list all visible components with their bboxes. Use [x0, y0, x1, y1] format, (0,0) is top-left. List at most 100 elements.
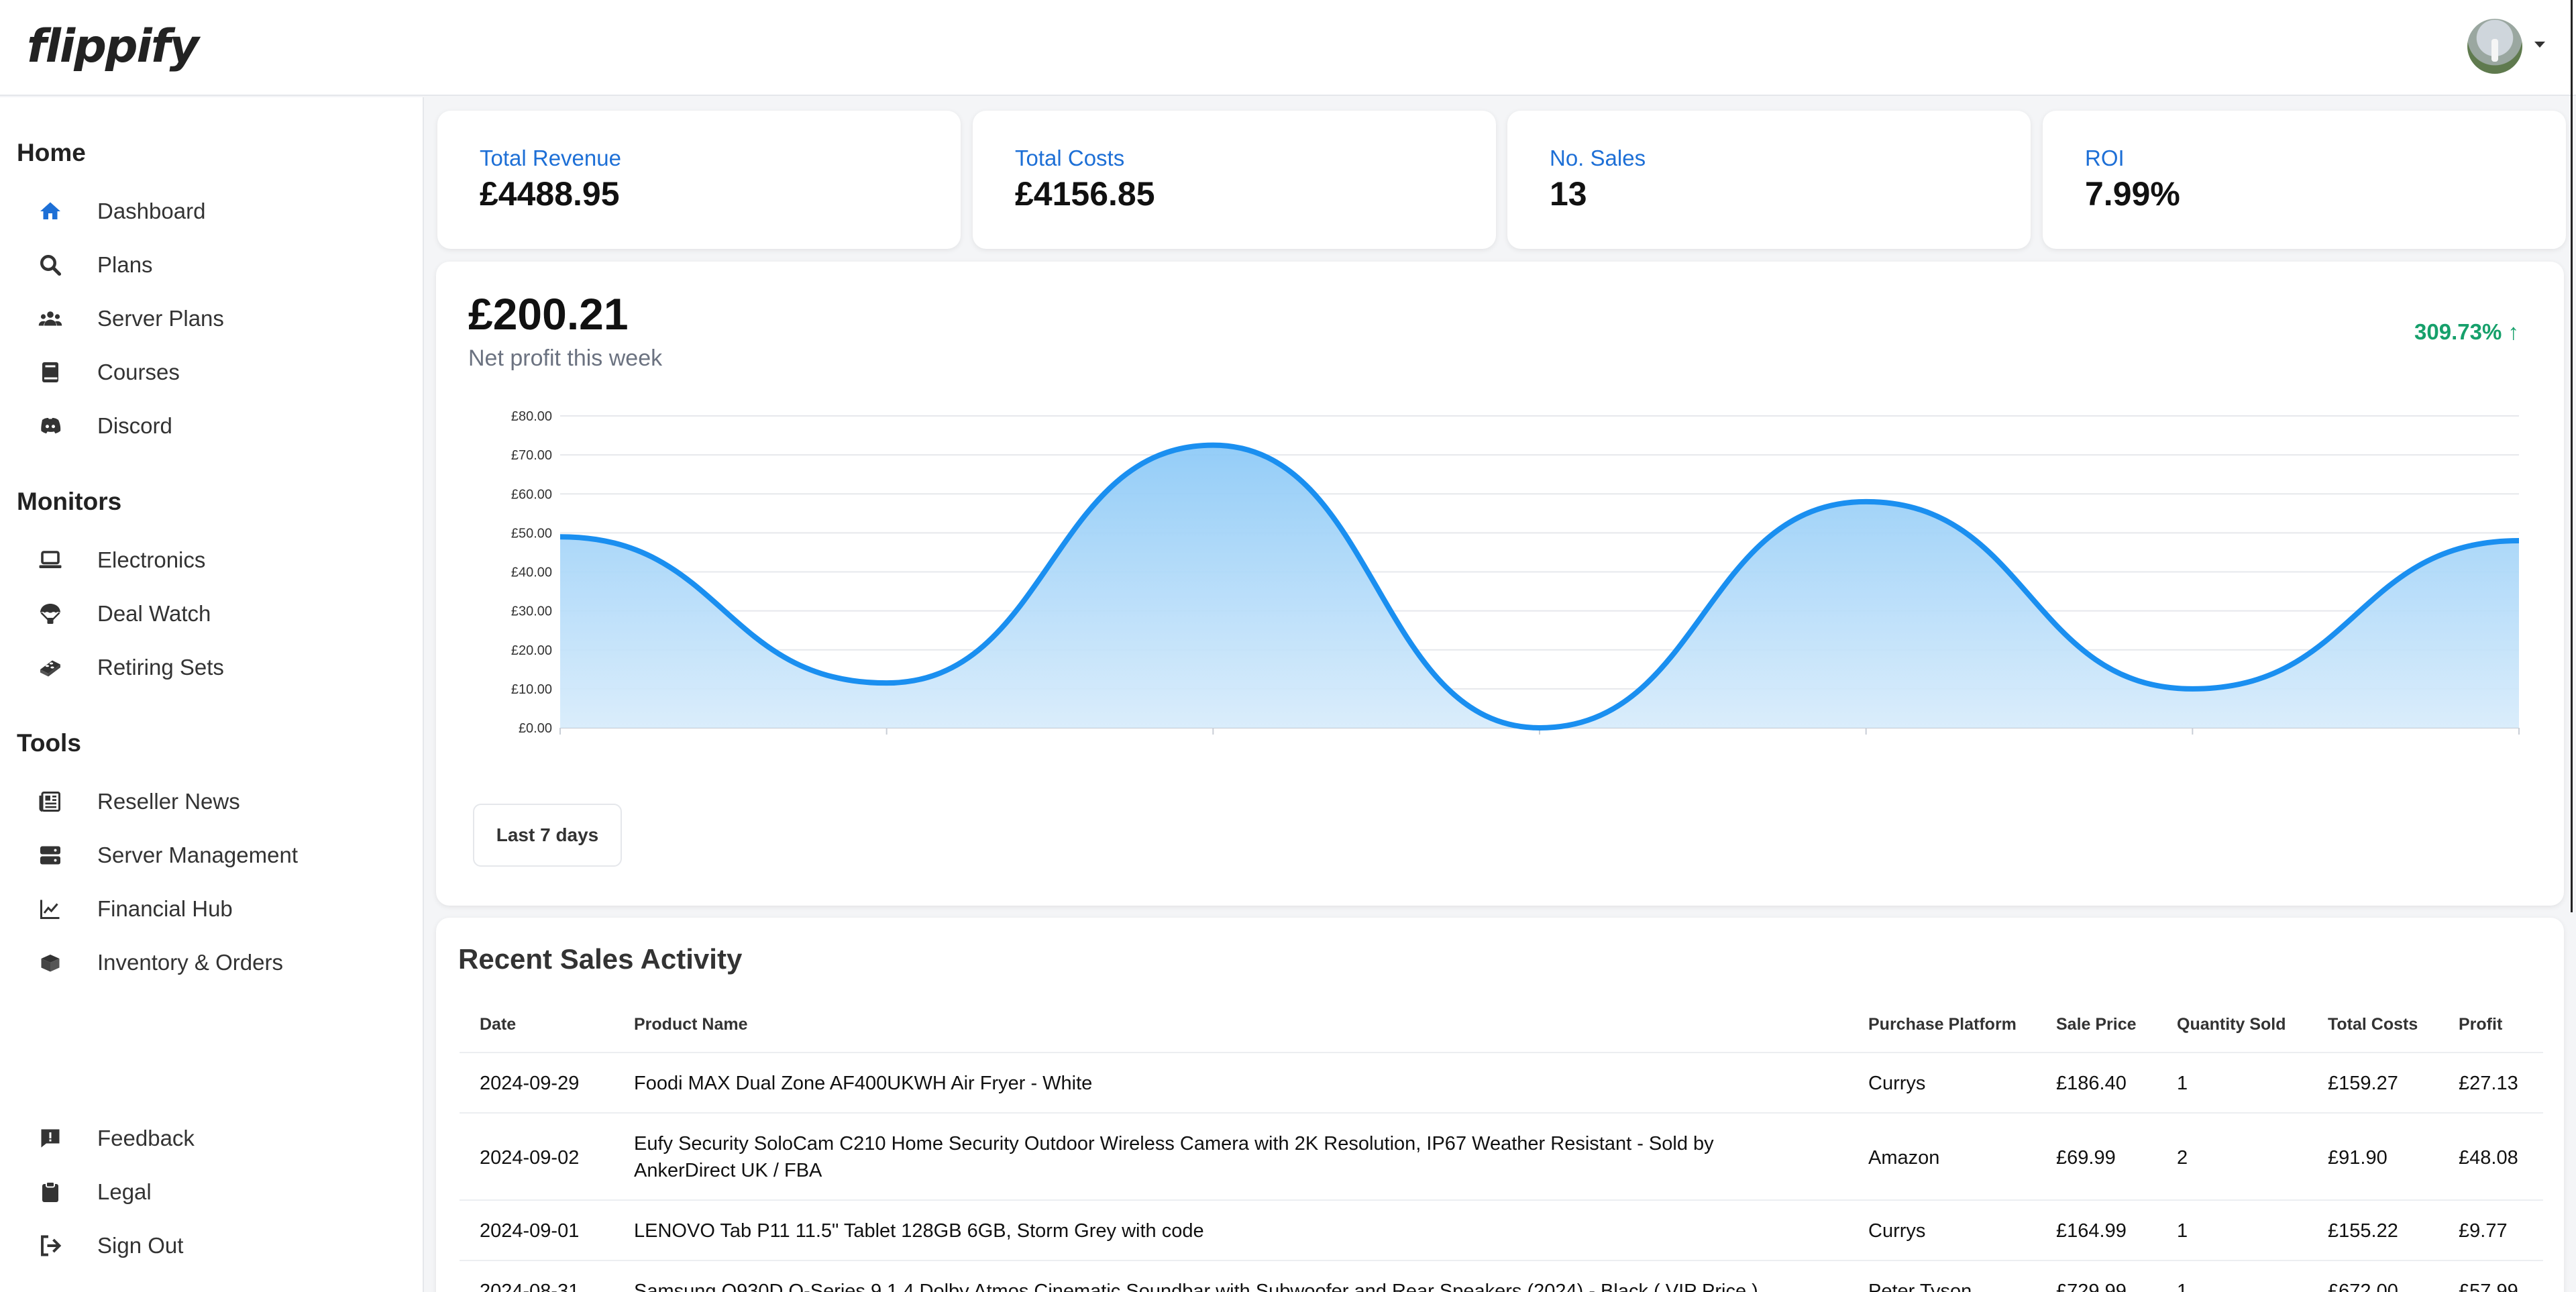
- cell-total-costs: £159.27: [2328, 1073, 2398, 1094]
- cell-platform: Amazon: [1868, 1147, 1940, 1169]
- cell-quantity: 1: [2177, 1220, 2188, 1242]
- table-row[interactable]: 2024-08-31 Samsung Q930D Q-Series 9.1.4 …: [460, 1260, 2543, 1292]
- sidebar-item-label: Server Plans: [97, 306, 224, 331]
- sidebar-item-reseller-news[interactable]: Reseller News: [34, 780, 409, 823]
- y-tick-label: £80.00: [511, 409, 552, 424]
- brick-icon: [34, 651, 67, 684]
- sidebar-item-discord[interactable]: Discord: [34, 405, 409, 447]
- y-tick-label: £40.00: [511, 566, 552, 580]
- y-tick-label: £20.00: [511, 643, 552, 658]
- date-range-button[interactable]: Last 7 days: [473, 804, 622, 867]
- sidebar-item-label: Courses: [97, 360, 180, 384]
- cell-product-name: LENOVO Tab P11 11.5" Tablet 128GB 6GB, S…: [634, 1220, 1204, 1242]
- stat-card-total-costs: Total Costs £4156.85: [973, 111, 1496, 249]
- cell-date: 2024-09-01: [480, 1220, 580, 1242]
- sidebar-item-label: Electronics: [97, 547, 206, 572]
- stat-value: £4488.95: [480, 175, 620, 213]
- sidebar-item-label: Deal Watch: [97, 601, 211, 626]
- sidebar-item-feedback[interactable]: Feedback: [34, 1117, 409, 1160]
- sidebar-item-electronics[interactable]: Electronics: [34, 539, 409, 582]
- cell-sale-price: £69.99: [2056, 1147, 2116, 1169]
- sidebar-item-legal[interactable]: Legal: [34, 1171, 409, 1214]
- recent-sales-title: Recent Sales Activity: [458, 943, 743, 975]
- table-row[interactable]: 2024-09-29 Foodi MAX Dual Zone AF400UKWH…: [460, 1052, 2543, 1112]
- cell-date: 2024-09-29: [480, 1073, 580, 1094]
- cell-quantity: 2: [2177, 1147, 2188, 1169]
- sidebar-item-label: Feedback: [97, 1126, 195, 1150]
- stat-value: £4156.85: [1015, 175, 1155, 213]
- stat-value: 13: [1550, 175, 1587, 213]
- stat-card-roi: ROI 7.99%: [2043, 111, 2566, 249]
- sidebar-item-financial-hub[interactable]: Financial Hub: [34, 887, 409, 930]
- column-header-profit[interactable]: Profit: [2459, 1015, 2502, 1034]
- chart-line-icon: [34, 892, 67, 926]
- cell-quantity: 1: [2177, 1073, 2188, 1094]
- column-header-sale-price[interactable]: Sale Price: [2056, 1015, 2137, 1034]
- laptop-icon: [34, 543, 67, 577]
- cell-sale-price: £729.99: [2056, 1281, 2127, 1292]
- cell-product-name: Eufy Security SoloCam C210 Home Security…: [634, 1133, 1714, 1181]
- sidebar-item-label: Inventory & Orders: [97, 950, 283, 975]
- sidebar-section-home: Home: [17, 139, 86, 166]
- cell-total-costs: £91.90: [2328, 1147, 2387, 1169]
- sidebar-item-dashboard[interactable]: Dashboard: [34, 190, 409, 233]
- y-tick-label: £50.00: [511, 526, 552, 541]
- table-row[interactable]: 2024-09-02 Eufy Security SoloCam C210 Ho…: [460, 1112, 2543, 1199]
- cell-profit: £57.99: [2459, 1281, 2518, 1292]
- column-header-date[interactable]: Date: [480, 1015, 516, 1034]
- stat-label: ROI: [2085, 146, 2125, 170]
- sidebar-item-retiring-sets[interactable]: Retiring Sets: [34, 646, 409, 689]
- sidebar-item-server-management[interactable]: Server Management: [34, 834, 409, 877]
- cell-profit: £9.77: [2459, 1220, 2508, 1242]
- cell-platform: Peter Tyson: [1868, 1281, 1972, 1292]
- app-logo[interactable]: flippify: [27, 20, 199, 73]
- profit-area-chart: £0.00 £10.00 £20.00 £30.00 £40.00 £50.00 £60.0…: [511, 409, 2520, 736]
- profit-chart-card: £200.21 Net profit this week 309.73% ↑ £…: [436, 262, 2564, 906]
- sidebar: Home Dashboard Plans Server Plans Course…: [0, 97, 424, 1292]
- sidebar-item-label: Retiring Sets: [97, 655, 224, 680]
- top-bar: flippify: [0, 0, 2576, 96]
- column-header-product-name[interactable]: Product Name: [634, 1015, 747, 1034]
- feedback-icon: [34, 1122, 67, 1155]
- sign-out-icon: [34, 1229, 67, 1262]
- page-scrollbar[interactable]: [2571, 0, 2573, 912]
- column-header-total-costs[interactable]: Total Costs: [2328, 1015, 2418, 1034]
- column-header-quantity-sold[interactable]: Quantity Sold: [2177, 1015, 2286, 1034]
- user-avatar[interactable]: [2467, 19, 2522, 74]
- stat-label: No. Sales: [1550, 146, 1646, 170]
- stat-card-no-sales: No. Sales 13: [1507, 111, 2031, 249]
- sidebar-item-sign-out[interactable]: Sign Out: [34, 1224, 409, 1267]
- stat-label: Total Costs: [1015, 146, 1125, 170]
- y-tick-label: £30.00: [511, 604, 552, 619]
- column-header-purchase-platform[interactable]: Purchase Platform: [1868, 1015, 2017, 1034]
- stat-value: 7.99%: [2085, 175, 2180, 213]
- chevron-down-icon[interactable]: [2534, 42, 2545, 48]
- y-tick-label: £70.00: [511, 448, 552, 463]
- sidebar-item-deal-watch[interactable]: Deal Watch: [34, 592, 409, 635]
- sidebar-item-server-plans[interactable]: Server Plans: [34, 297, 409, 340]
- cell-total-costs: £155.22: [2328, 1220, 2398, 1242]
- sidebar-item-plans[interactable]: Plans: [34, 244, 409, 286]
- box-icon: [34, 946, 67, 979]
- sidebar-item-label: Legal: [97, 1179, 152, 1204]
- sidebar-item-label: Plans: [97, 252, 153, 277]
- sidebar-item-label: Discord: [97, 413, 172, 438]
- table-row[interactable]: 2024-09-01 LENOVO Tab P11 11.5" Tablet 1…: [460, 1199, 2543, 1260]
- cell-total-costs: £672.00: [2328, 1281, 2398, 1292]
- cell-profit: £27.13: [2459, 1073, 2518, 1094]
- sidebar-item-courses[interactable]: Courses: [34, 351, 409, 394]
- stat-label: Total Revenue: [480, 146, 621, 170]
- server-icon: [34, 839, 67, 872]
- search-icon: [34, 248, 67, 282]
- clipboard-icon: [34, 1175, 67, 1209]
- parachute-icon: [34, 597, 67, 631]
- newspaper-icon: [34, 785, 67, 818]
- sidebar-item-label: Dashboard: [97, 199, 206, 223]
- cell-product-name: Foodi MAX Dual Zone AF400UKWH Air Fryer …: [634, 1073, 1093, 1094]
- cell-profit: £48.08: [2459, 1147, 2518, 1169]
- cell-date: 2024-08-31: [480, 1281, 580, 1292]
- sidebar-item-inventory-orders[interactable]: Inventory & Orders: [34, 941, 409, 984]
- sidebar-item-label: Server Management: [97, 843, 298, 867]
- cell-sale-price: £186.40: [2056, 1073, 2127, 1094]
- cell-quantity: 1: [2177, 1281, 2188, 1292]
